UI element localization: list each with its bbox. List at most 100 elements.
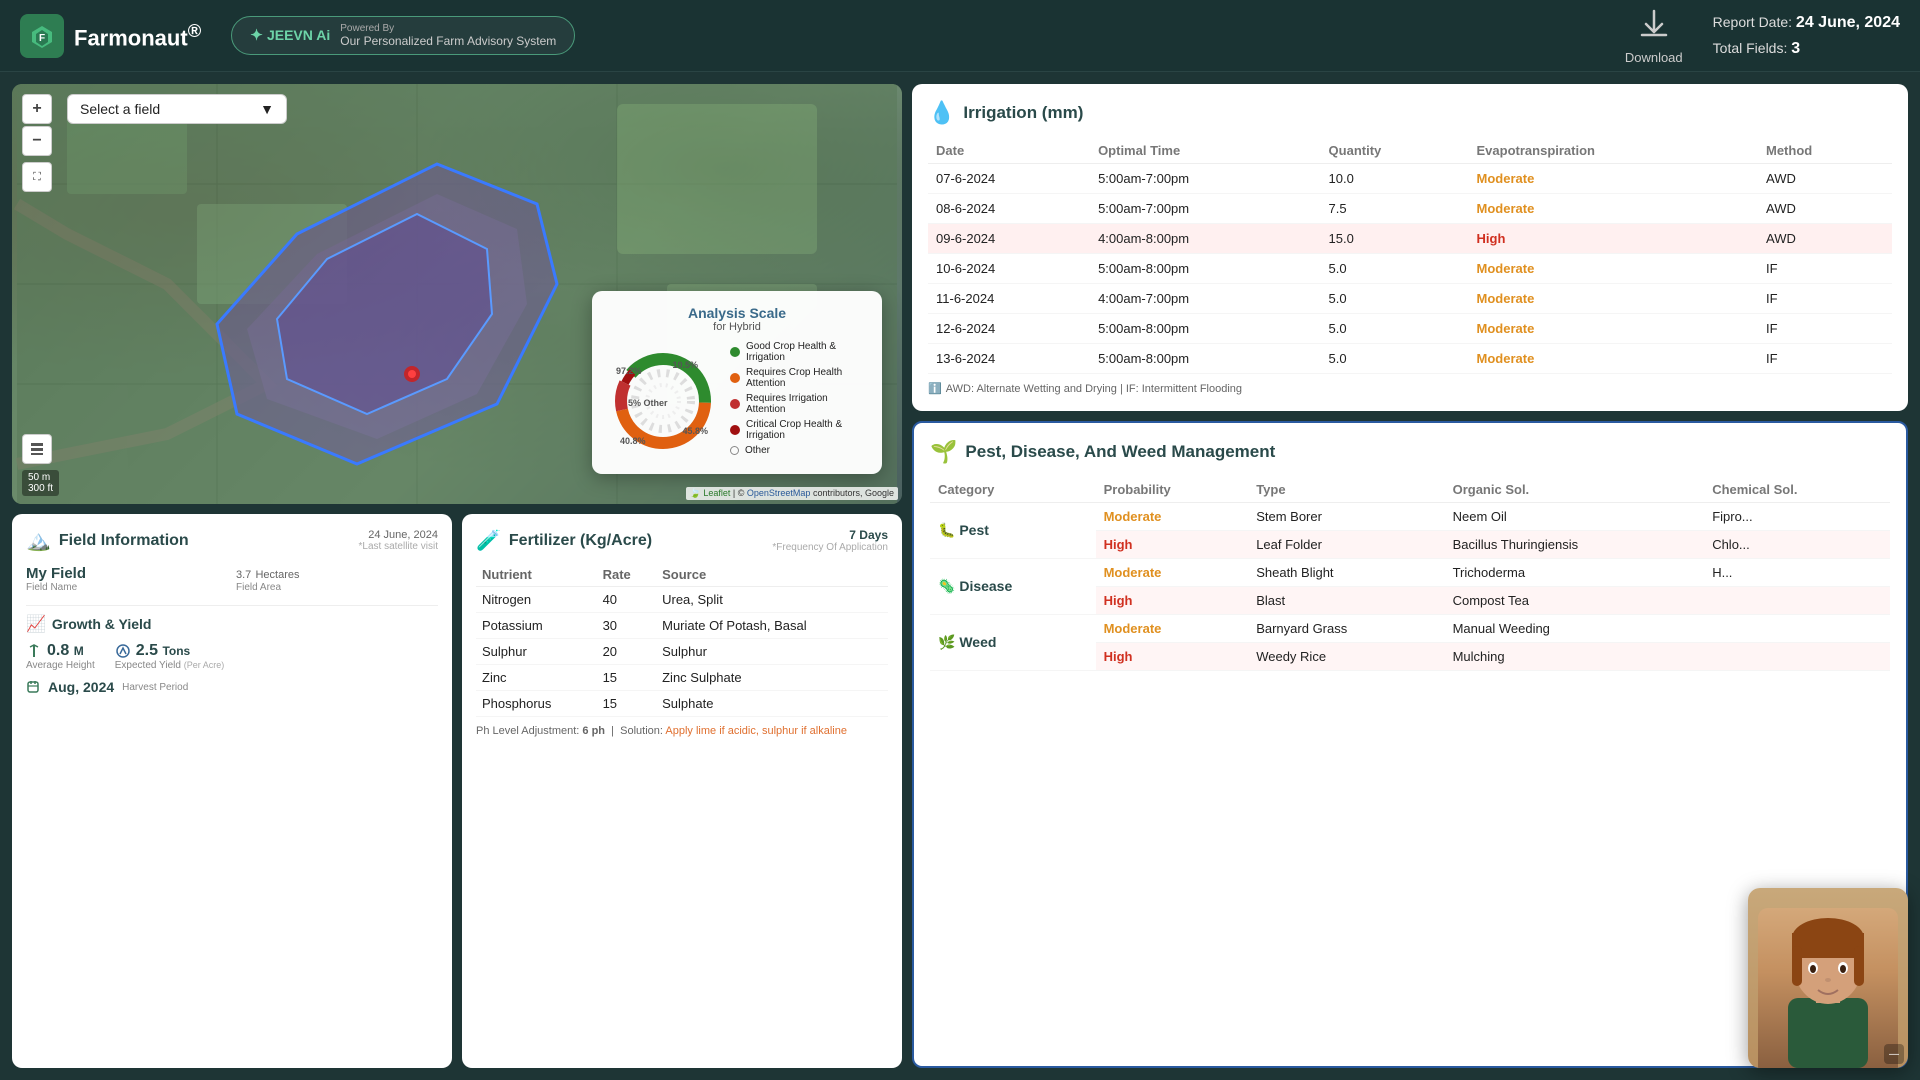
irr-col-time: Optimal Time <box>1090 138 1320 164</box>
fert-col-source: Source <box>656 563 888 587</box>
pest-col-organic: Organic Sol. <box>1445 477 1705 503</box>
table-row: 09-6-2024 4:00am-8:00pm 15.0 High AWD <box>928 224 1892 254</box>
critical-dot <box>730 425 740 435</box>
logo-icon: F <box>20 14 64 58</box>
growth-metrics: 0.8 M Average Height 2.5 <box>26 642 438 671</box>
other-dot <box>730 446 739 455</box>
jeevn-logo: ✦ JEEVN Ai <box>250 26 330 45</box>
fertilizer-title-area: 🧪 Fertilizer (Kg/Acre) <box>476 528 652 553</box>
irr-col-evap: Evapotranspiration <box>1469 138 1758 164</box>
field-info-title: Field Information <box>59 532 189 550</box>
fertilizer-days: 7 Days *Frequency Of Application <box>772 528 888 553</box>
fertilizer-solution: Apply lime if acidic, sulphur if alkalin… <box>665 725 847 737</box>
jeevn-badge: ✦ JEEVN Ai Powered By Our Personalized F… <box>231 16 575 55</box>
field-area-label: Field Area <box>236 582 438 593</box>
field-name-label: Field Name <box>26 582 228 593</box>
irrigation-table: Date Optimal Time Quantity Evapotranspir… <box>928 138 1892 374</box>
cat-icon: 🦠 <box>938 578 955 594</box>
table-row: Phosphorus15Sulphate <box>476 691 888 717</box>
donut-chart: 97.2% 10.5% 45.8% 40.8% 5% Other <box>608 346 718 456</box>
table-row: Nitrogen40Urea, Split <box>476 587 888 613</box>
table-row: 08-6-2024 5:00am-7:00pm 7.5 Moderate AWD <box>928 194 1892 224</box>
requires-crop-dot <box>730 373 740 383</box>
expected-yield-metric: 2.5 Tons Expected Yield (Per Acre) <box>115 642 224 671</box>
irrigation-panel: 💧 Irrigation (mm) Date Optimal Time Quan… <box>912 84 1908 411</box>
legend-item: Requires Irrigation Attention <box>730 393 866 415</box>
table-row: Potassium30Muriate Of Potash, Basal <box>476 613 888 639</box>
cat-icon: 🐛 <box>938 522 955 538</box>
field-info-date: 24 June, 2024 *Last satellite visit <box>359 529 438 552</box>
table-row: 12-6-2024 5:00am-8:00pm 5.0 Moderate IF <box>928 314 1892 344</box>
pct-45-label: 45.8% <box>682 426 708 436</box>
table-row: Sulphur20Sulphur <box>476 639 888 665</box>
table-row: 13-6-2024 5:00am-8:00pm 5.0 Moderate IF <box>928 344 1892 374</box>
legend-item: Good Crop Health & Irrigation <box>730 341 866 363</box>
cat-icon: 🌿 <box>938 634 955 650</box>
pct-5-label: 5% Other <box>628 398 668 408</box>
table-row: 07-6-2024 5:00am-7:00pm 10.0 Moderate AW… <box>928 164 1892 194</box>
report-info: Report Date: 24 June, 2024 Total Fields:… <box>1713 10 1900 61</box>
map-controls: + − ⛶ <box>22 94 52 192</box>
avg-height-value: 0.8 M <box>47 642 84 660</box>
fertilizer-panel: 🧪 Fertilizer (Kg/Acre) 7 Days *Frequency… <box>462 514 902 1068</box>
field-info-header: 🏔️ Field Information 24 June, 2024 *Last… <box>26 528 438 553</box>
left-column: + − ⛶ Select a field ▼ Analysis Scale fo… <box>12 84 902 1068</box>
requires-irrigation-dot <box>730 399 740 409</box>
download-icon <box>1625 7 1683 50</box>
pest-col-category: Category <box>930 477 1096 503</box>
growth-header: 📈 Growth & Yield <box>26 614 438 634</box>
ai-avatar: — <box>1748 888 1908 1068</box>
pest-header: 🌱 Pest, Disease, And Weed Management <box>930 439 1890 465</box>
pct-10-label: 10.5% <box>672 360 698 370</box>
legend-good-health: Good Crop Health & Irrigation <box>746 341 866 363</box>
app-name: Farmonaut® <box>74 20 201 51</box>
map-layer-button[interactable] <box>22 434 52 464</box>
harvest-value: Aug, 2024 <box>48 679 114 695</box>
zoom-out-button[interactable]: − <box>22 126 52 156</box>
pest-col-chemical: Chemical Sol. <box>1704 477 1890 503</box>
fertilizer-title: Fertilizer (Kg/Acre) <box>509 532 652 550</box>
map-attribution: 🍃 Leaflet | © OpenStreetMap contributors… <box>686 487 898 500</box>
fertilizer-footer: Ph Level Adjustment: 6 ph | Solution: Ap… <box>476 725 888 737</box>
zoom-in-button[interactable]: + <box>22 94 52 124</box>
fullscreen-button[interactable]: ⛶ <box>22 162 52 192</box>
table-row: 🌿 Weed Moderate Barnyard Grass Manual We… <box>930 615 1890 643</box>
analysis-legend: Good Crop Health & Irrigation Requires C… <box>730 341 866 460</box>
download-label[interactable]: Download <box>1625 50 1683 65</box>
field-area-value: 3.7 Hectares <box>236 565 438 582</box>
header-right: Download Report Date: 24 June, 2024 Tota… <box>1625 7 1900 65</box>
main-content: + − ⛶ Select a field ▼ Analysis Scale fo… <box>0 72 1920 1080</box>
download-area[interactable]: Download <box>1625 7 1683 65</box>
chevron-down-icon: ▼ <box>260 101 274 117</box>
field-info-panel: 🏔️ Field Information 24 June, 2024 *Last… <box>12 514 452 1068</box>
harvest-label: Harvest Period <box>122 682 188 693</box>
avatar-minimize-button[interactable]: — <box>1884 1044 1904 1064</box>
map-container: + − ⛶ Select a field ▼ Analysis Scale fo… <box>12 84 902 504</box>
field-select-dropdown[interactable]: Select a field ▼ <box>67 94 287 124</box>
pest-col-type: Type <box>1248 477 1444 503</box>
table-row: 11-6-2024 4:00am-7:00pm 5.0 Moderate IF <box>928 284 1892 314</box>
good-health-dot <box>730 347 740 357</box>
legend-other: Other <box>745 445 770 456</box>
irrigation-footer: ℹ️ AWD: Alternate Wetting and Drying | I… <box>928 382 1892 395</box>
analysis-scale-content: 97.2% 10.5% 45.8% 40.8% 5% Other Good Cr… <box>608 341 866 460</box>
field-name-cell: My Field Field Name <box>26 565 228 593</box>
legend-requires-crop: Requires Crop Health Attention <box>746 367 866 389</box>
irr-col-qty: Quantity <box>1321 138 1469 164</box>
legend-item: Requires Crop Health Attention <box>730 367 866 389</box>
expected-yield-label: Expected Yield (Per Acre) <box>115 660 224 671</box>
field-info-icon: 🏔️ <box>26 528 51 553</box>
fertilizer-table: Nutrient Rate Source Nitrogen40Urea, Spl… <box>476 563 888 717</box>
pct-97-label: 97.2% <box>616 366 642 376</box>
section-divider <box>26 605 438 606</box>
field-grid: My Field Field Name 3.7 Hectares Field A… <box>26 565 438 593</box>
table-row: 10-6-2024 5:00am-8:00pm 5.0 Moderate IF <box>928 254 1892 284</box>
map-scale: 50 m 300 ft <box>22 470 59 496</box>
irr-col-method: Method <box>1758 138 1892 164</box>
table-row: Zinc15Zinc Sulphate <box>476 665 888 691</box>
harvest-row: Aug, 2024 Harvest Period <box>26 679 438 695</box>
fert-col-rate: Rate <box>597 563 657 587</box>
analysis-scale-popup: Analysis Scale for Hybrid <box>592 291 882 474</box>
analysis-scale-subtitle: for Hybrid <box>608 321 866 333</box>
pest-title: Pest, Disease, And Weed Management <box>965 442 1275 462</box>
